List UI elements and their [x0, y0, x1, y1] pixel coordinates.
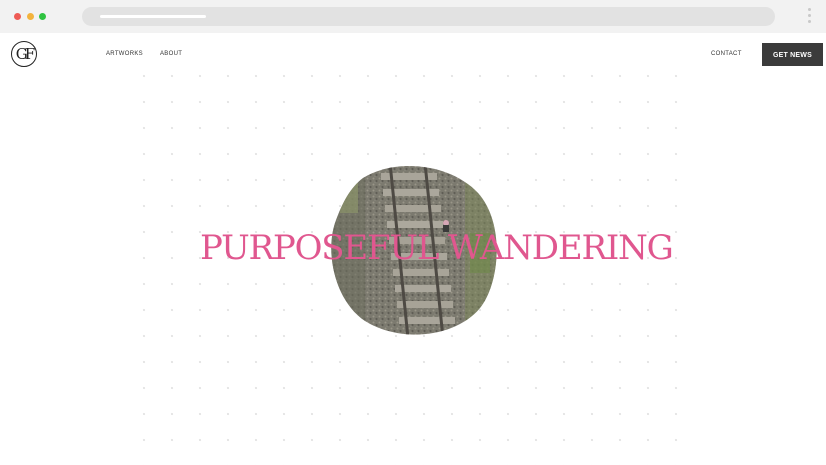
website: GF ARTWORKS ABOUT CONTACT GET NEWS PURPO…	[0, 33, 826, 465]
maximize-window-icon[interactable]	[39, 13, 46, 20]
kebab-menu-icon[interactable]	[806, 8, 812, 26]
address-bar-placeholder	[100, 15, 206, 18]
hero-title: PURPOSEFUL WANDERING	[200, 228, 674, 268]
hero-section: PURPOSEFUL WANDERING	[0, 33, 826, 465]
browser-chrome	[0, 0, 826, 33]
address-bar[interactable]	[82, 7, 775, 26]
minimize-window-icon[interactable]	[27, 13, 34, 20]
close-window-icon[interactable]	[14, 13, 21, 20]
